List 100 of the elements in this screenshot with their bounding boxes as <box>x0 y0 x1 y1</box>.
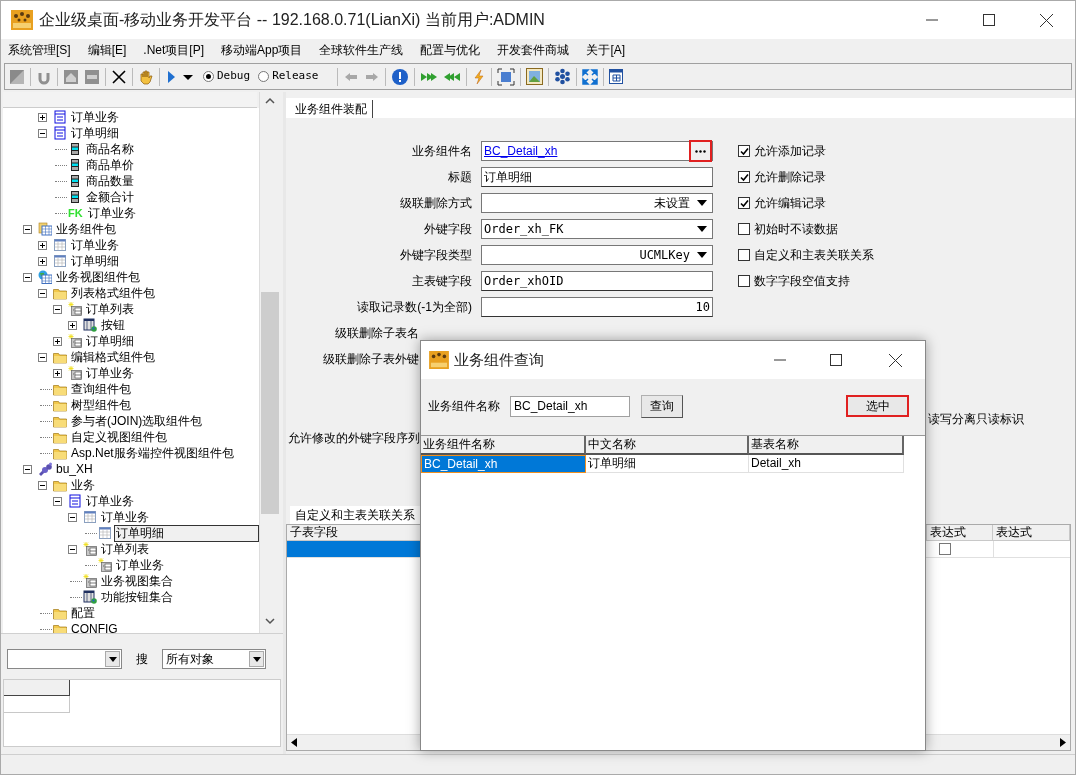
expander-plus[interactable] <box>53 368 62 378</box>
expander-minus[interactable] <box>68 544 77 554</box>
tree-item[interactable]: 配置 <box>69 604 97 622</box>
tree-item[interactable]: 按钮 <box>99 316 127 334</box>
menu-item[interactable]: 全球软件生产线 <box>319 41 404 59</box>
tree-item[interactable]: 编辑格式组件包 <box>69 348 157 366</box>
expander-minus[interactable] <box>23 272 32 282</box>
square-icon[interactable] <box>9 68 25 85</box>
expander-plus[interactable] <box>68 320 77 330</box>
tree-item[interactable]: 订单明细 <box>69 124 121 142</box>
input-field[interactable]: 订单明细 <box>481 167 713 187</box>
scroll-left-icon[interactable] <box>291 738 297 747</box>
tree-item[interactable]: 订单业务 <box>85 204 138 222</box>
tree-item[interactable]: 商品单价 <box>84 156 136 174</box>
tree-item[interactable]: 功能按钮集合 <box>99 588 175 606</box>
grid-cell[interactable]: Detail_xh <box>749 455 904 473</box>
tree-item[interactable]: 订单列表 <box>99 540 151 558</box>
radio-option[interactable]: Release <box>258 68 319 85</box>
checkbox[interactable] <box>738 223 750 235</box>
tree-item[interactable]: 订单业务 <box>84 492 136 510</box>
expander-plus[interactable] <box>38 112 47 122</box>
scope-dropdown[interactable]: 所有对象 <box>162 649 266 669</box>
close-icon[interactable] <box>1040 13 1053 27</box>
dropdown[interactable] <box>7 649 122 669</box>
expander-minus[interactable] <box>38 480 47 490</box>
scroll-right-icon[interactable] <box>1060 738 1066 747</box>
tree-item[interactable]: 参与者(JOIN)选取组件包 <box>69 412 205 430</box>
tree-item[interactable]: 列表格式组件包 <box>69 284 157 302</box>
menu-item[interactable]: 系统管理[S] <box>8 41 71 59</box>
tree-item[interactable]: 订单明细 <box>84 332 136 350</box>
tree-item[interactable]: 商品名称 <box>84 140 136 158</box>
dropdown[interactable]: Order_xh_FK <box>481 219 713 239</box>
select-button[interactable]: 选中 <box>846 395 909 417</box>
menu-item[interactable]: .Net项目[P] <box>143 41 205 59</box>
tree-item[interactable]: 业务视图集合 <box>99 572 175 590</box>
snowflake-icon[interactable] <box>554 68 572 85</box>
tree-item[interactable]: 树型组件包 <box>69 396 133 414</box>
hand-icon[interactable] <box>138 68 154 85</box>
dropdown[interactable]: UCMLKey <box>481 245 713 265</box>
tab[interactable]: 业务组件装配 <box>290 100 373 118</box>
tree-item[interactable]: bu_XH <box>54 460 95 478</box>
grid-cell[interactable]: 订单明细 <box>586 455 749 473</box>
expander-minus[interactable] <box>38 352 47 362</box>
expander-plus[interactable] <box>53 336 62 346</box>
menu-item[interactable]: 移动端App项目 <box>221 41 303 59</box>
checkbox[interactable] <box>738 171 750 183</box>
tree-item[interactable]: 业务组件包 <box>54 220 118 238</box>
input-field[interactable]: Order_xhOID <box>481 271 713 291</box>
checkbox[interactable] <box>738 145 750 157</box>
ellipsis-button[interactable] <box>689 140 712 162</box>
expander-minus[interactable] <box>38 288 47 298</box>
input-field[interactable]: BC_Detail_xh <box>510 395 630 417</box>
expander-minus[interactable] <box>68 512 77 522</box>
tree-item[interactable]: 金额合计 <box>84 188 136 206</box>
picture-frame-icon[interactable] <box>526 68 544 85</box>
radio-option[interactable]: Debug <box>203 68 251 85</box>
close-icon[interactable] <box>111 68 127 85</box>
play-icon[interactable] <box>165 68 177 85</box>
tree-item[interactable]: 订单明细 <box>69 252 121 270</box>
select-frame-icon[interactable] <box>497 67 516 86</box>
tree-item[interactable]: 查询组件包 <box>69 380 133 398</box>
menu-item[interactable]: 关于[A] <box>586 41 626 59</box>
expander-minus[interactable] <box>23 464 32 474</box>
dropdown[interactable]: 未设置 <box>481 193 713 213</box>
tree-item[interactable]: 订单列表 <box>84 300 136 318</box>
grid-cell[interactable]: BC_Detail_xh <box>421 455 586 473</box>
input-field[interactable]: 10 <box>481 297 713 317</box>
checkbox[interactable] <box>738 275 750 287</box>
scrollbar-thumb[interactable] <box>260 292 279 514</box>
expander-minus[interactable] <box>53 304 62 314</box>
tree-item[interactable]: CONFIG <box>69 620 120 633</box>
tree-item[interactable]: Asp.Net服务端控件视图组件包 <box>69 444 236 462</box>
checkbox[interactable] <box>939 543 951 555</box>
tab[interactable]: 自定义和主表关联关系 <box>290 506 420 524</box>
close-icon[interactable] <box>889 353 902 367</box>
expander-minus[interactable] <box>23 224 32 234</box>
tree-item[interactable]: 业务视图组件包 <box>54 268 142 286</box>
menu-item[interactable]: 配置与优化 <box>420 41 481 59</box>
tree-item[interactable]: 商品数量 <box>84 172 136 190</box>
expander-plus[interactable] <box>38 240 47 250</box>
info-icon[interactable] <box>391 67 410 86</box>
tree-item[interactable]: 订单业务 <box>69 236 121 254</box>
tree-item[interactable]: 订单业务 <box>84 364 136 382</box>
maximize-icon[interactable] <box>830 354 842 366</box>
checkbox[interactable] <box>738 197 750 209</box>
menu-item[interactable]: 开发套件商城 <box>497 41 570 59</box>
checkbox[interactable] <box>738 249 750 261</box>
window-top-icon[interactable] <box>63 68 79 85</box>
expander-minus[interactable] <box>38 128 47 138</box>
lookup-field[interactable]: BC_Detail_xh <box>481 141 713 161</box>
menu-item[interactable]: 编辑[E] <box>87 41 127 59</box>
tree-item[interactable]: 订单明细 <box>114 524 259 542</box>
window-bottom-icon[interactable] <box>84 68 100 85</box>
tree-item[interactable]: 自定义视图组件包 <box>69 428 169 446</box>
grid-cell[interactable] <box>287 541 421 557</box>
query-button[interactable]: 查询 <box>641 394 683 418</box>
tree-item[interactable]: 业务 <box>69 476 97 494</box>
scroll-up-icon[interactable] <box>264 97 275 104</box>
expander-plus[interactable] <box>38 256 47 266</box>
grid-window-icon[interactable] <box>609 69 624 84</box>
